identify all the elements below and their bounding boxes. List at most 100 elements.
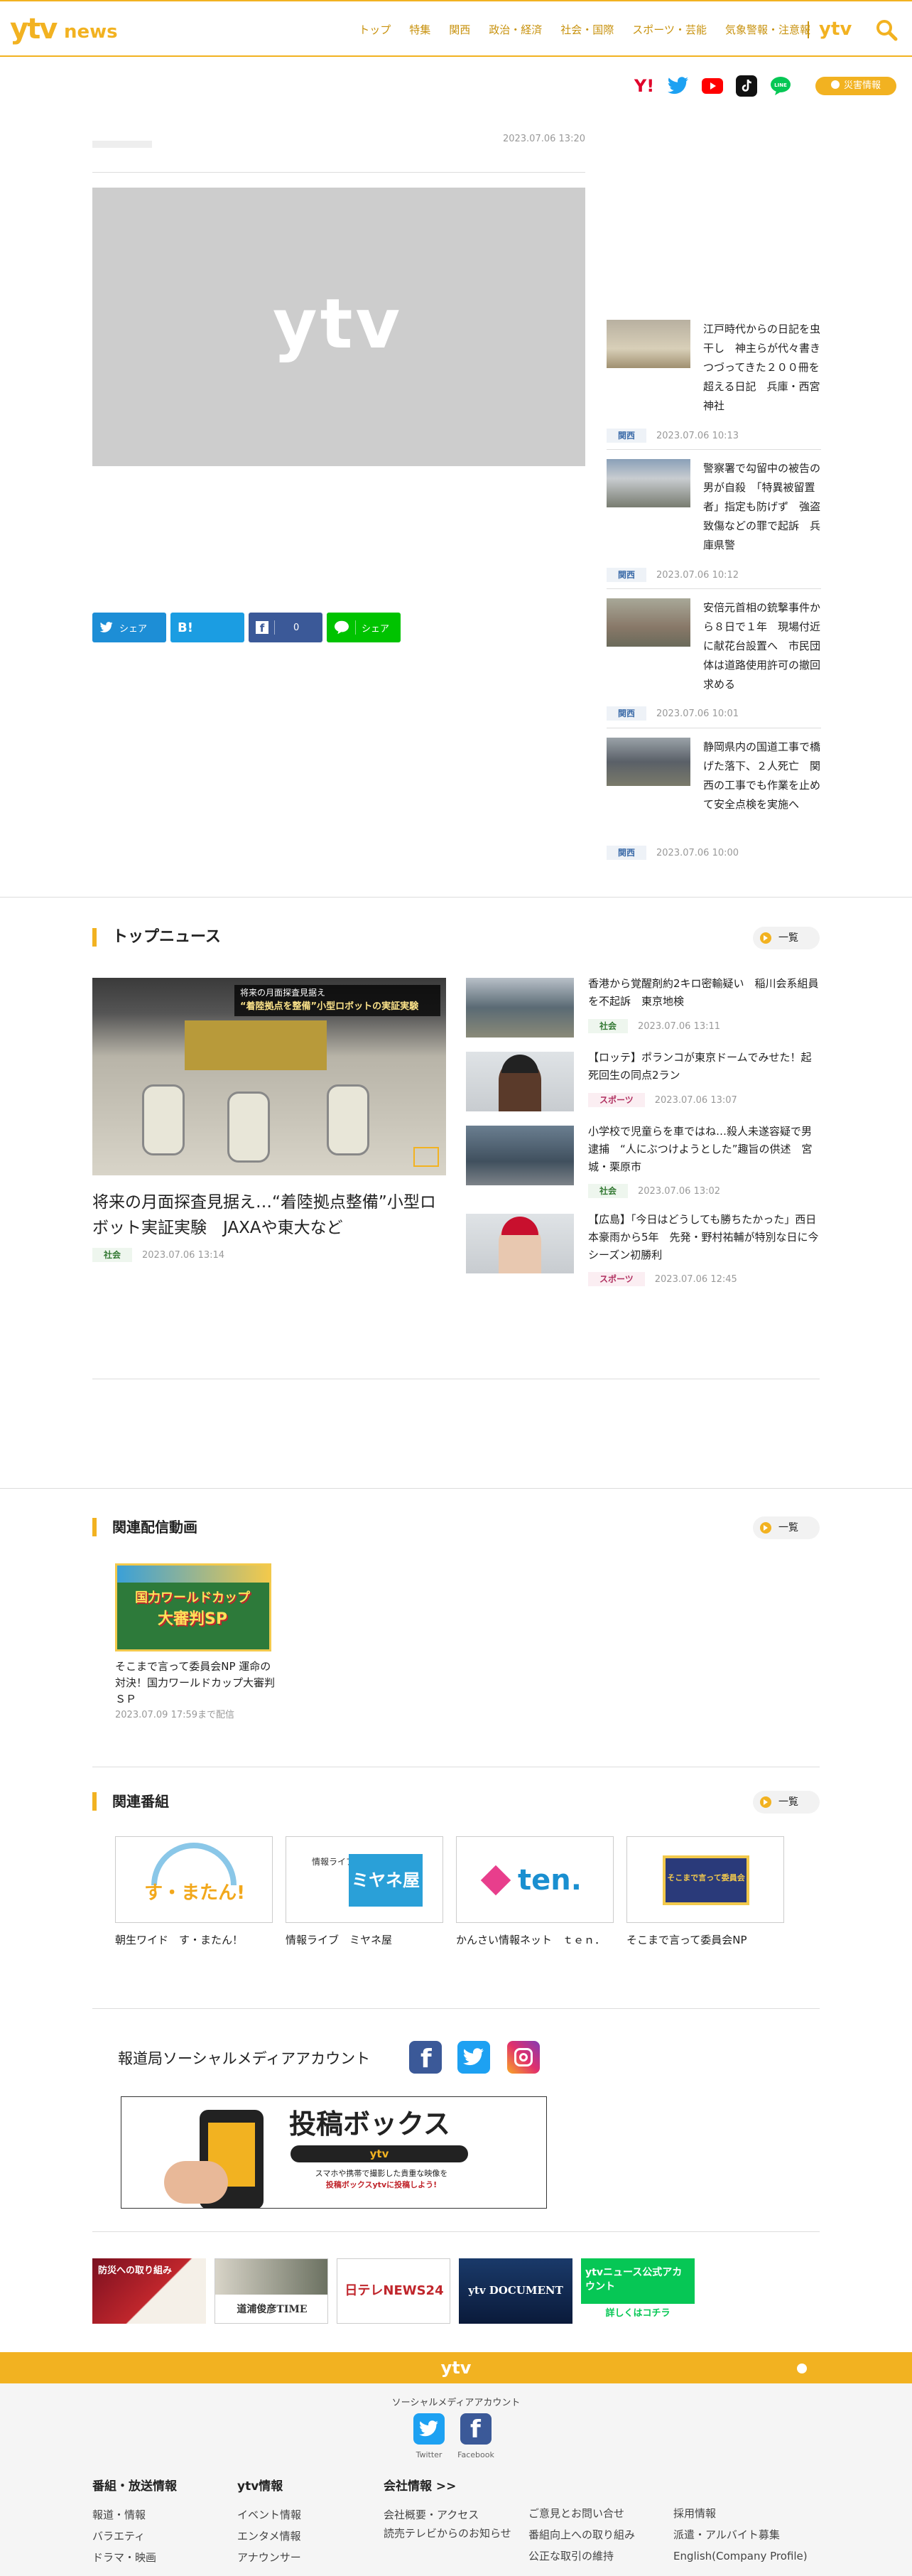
- line-icon[interactable]: LINE: [769, 74, 793, 98]
- disaster-info-button[interactable]: 災害情報: [815, 77, 896, 95]
- top-news-item[interactable]: 香港から覚醒剤約2キロ密輸疑い 稲川会系組員を不起訴 東京地検 社会 2023.0…: [466, 977, 821, 1042]
- nav-sports-entertainment[interactable]: スポーツ・芸能: [623, 21, 716, 38]
- page-top-icon[interactable]: [797, 2364, 807, 2373]
- nav-politics-economy[interactable]: 政治・経済: [479, 21, 551, 38]
- footer-link[interactable]: 会社概要・アクセス: [384, 2504, 519, 2526]
- disaster-info-label: 災害情報: [843, 80, 881, 91]
- banner-text: 防災への取り組み: [98, 2265, 173, 2276]
- footer-link[interactable]: エンタメ情報: [237, 2526, 301, 2547]
- video-title[interactable]: そこまで言って委員会NP 運命の対決！国力ワールドカップ大審判ＳＰ: [115, 1659, 276, 1708]
- programs-more-button[interactable]: 一覧: [753, 1791, 820, 1814]
- share-buttons: シェア B! f 0 シェア: [92, 613, 401, 642]
- top-news-item[interactable]: 小学校で児童らを車ではね…殺人未遂容疑で男逮捕 “人にぶつけようとした”趣旨の供…: [466, 1125, 821, 1198]
- footer-col-heading[interactable]: 会社情報 >>: [384, 2476, 519, 2497]
- news-title: 小学校で児童らを車ではね…殺人未遂容疑で男逮捕 “人にぶつけようとした”趣旨の供…: [588, 1125, 813, 1173]
- footer-link[interactable]: ドラマ・映画: [92, 2547, 177, 2568]
- news-thumbnail: [466, 1214, 574, 1273]
- category-tag[interactable]: 関西: [607, 568, 647, 582]
- category-tag[interactable]: 関西: [607, 706, 647, 721]
- twitter-icon: [99, 622, 113, 632]
- youtube-icon[interactable]: [700, 74, 724, 98]
- more-label: 一覧: [778, 1522, 798, 1534]
- footer-link[interactable]: 報道・情報: [92, 2504, 177, 2526]
- tokou-box-banner[interactable]: 投稿ボックス ytv スマホや携帯で撮影した貴重な映像を 投稿ボックスytvに投…: [121, 2096, 547, 2209]
- footer-link[interactable]: 読売テレビからのお知らせ: [384, 2526, 519, 2541]
- ten-logo-mark: [480, 1865, 511, 1896]
- program-card[interactable]: す・またん! 朝生ワイド す・またん！: [115, 1836, 273, 1949]
- footer-link[interactable]: English(Company Profile): [673, 2545, 808, 2567]
- sidebar-news-title: 江戸時代からの日記を虫干し 神主らが代々書きつづってきた２００冊を超える日記 兵…: [703, 323, 821, 412]
- line-share-button[interactable]: シェア: [327, 613, 401, 642]
- footer-col-heading[interactable]: ytv情報: [237, 2476, 301, 2497]
- line-share-label: シェア: [362, 623, 390, 635]
- program-card[interactable]: ten. かんさい情報ネット ｔｅｎ．: [456, 1836, 614, 1949]
- top-news-main-meta: 社会 2023.07.06 13:14: [92, 1248, 224, 1262]
- ntv-news24-banner[interactable]: 日テレNEWS24: [337, 2258, 450, 2324]
- footer-link[interactable]: 採用情報: [673, 2503, 808, 2524]
- footer-link[interactable]: イベント情報: [237, 2504, 301, 2526]
- search-icon[interactable]: [875, 18, 898, 41]
- footer-twitter-icon[interactable]: [413, 2413, 445, 2445]
- top-news-main-image[interactable]: 将来の月面探査見据え “着陸拠点を整備”小型ロボットの実証実験: [92, 978, 446, 1175]
- category-tag[interactable]: 社会: [588, 1019, 629, 1033]
- twitter-share-button[interactable]: シェア: [92, 613, 166, 642]
- nav-society-international[interactable]: 社会・国際: [551, 21, 623, 38]
- footer-facebook-icon[interactable]: f: [460, 2413, 492, 2445]
- category-tag[interactable]: 社会: [92, 1248, 133, 1262]
- program-logo-text: ten.: [518, 1864, 582, 1897]
- category-tag[interactable]: スポーツ: [588, 1272, 645, 1286]
- heading-accent-bar: [92, 928, 97, 947]
- nav-weather-warnings[interactable]: 気象警報・注意報: [716, 21, 820, 38]
- nav-kansai[interactable]: 関西: [440, 21, 479, 38]
- instagram-icon[interactable]: [507, 2041, 540, 2074]
- footer-link[interactable]: アナウンサー: [237, 2547, 301, 2568]
- disaster-prevention-banner[interactable]: 防災への取り組み: [92, 2258, 206, 2324]
- top-news-main-title[interactable]: 将来の月面探査見据え…“着陸拠点整備”小型ロボット実証実験 JAXAや東大など: [92, 1190, 447, 1241]
- svg-text:LINE: LINE: [774, 82, 787, 88]
- sidebar-news-title: 静岡県内の国道工事で橋げた落下、２人死亡 関西の工事でも作業を止めて安全点検を実…: [703, 740, 821, 811]
- article-image: ytv: [92, 188, 585, 466]
- category-tag[interactable]: 関西: [607, 846, 647, 860]
- article-divider: [92, 172, 585, 173]
- footer-link[interactable]: バラエティ: [92, 2526, 177, 2547]
- section-divider: [92, 2008, 820, 2009]
- ytv-document-banner[interactable]: ytv DOCUMENT: [459, 2258, 572, 2324]
- category-tag[interactable]: スポーツ: [588, 1093, 645, 1107]
- top-news-item[interactable]: 【ロッテ】ポランコが東京ドームでみせた！起死回生の同点2ラン スポーツ 2023.…: [466, 1051, 821, 1116]
- footer-link[interactable]: ご意見とお問い合せ: [528, 2503, 635, 2524]
- footer-col-ytv-info: ytv情報 イベント情報 エンタメ情報 アナウンサー: [237, 2476, 301, 2568]
- sidebar-news-meta: 関西 2023.07.06 10:12: [607, 568, 739, 582]
- yahoo-icon[interactable]: Y!: [632, 74, 656, 98]
- nav-tokushu[interactable]: 特集: [400, 21, 440, 38]
- footer-link[interactable]: 番組向上への取り組み: [528, 2524, 635, 2545]
- top-news-more-button[interactable]: 一覧: [753, 927, 820, 949]
- robot-body: [185, 1020, 327, 1070]
- tiktok-icon[interactable]: [734, 74, 759, 98]
- videos-more-button[interactable]: 一覧: [753, 1516, 820, 1539]
- section-divider: [0, 897, 912, 898]
- ytv-news-logo[interactable]: ytv news: [10, 14, 118, 44]
- twitter-icon[interactable]: [666, 74, 690, 98]
- category-tag[interactable]: 社会: [588, 1184, 629, 1198]
- top-news-item[interactable]: 【広島】「今日はどうしても勝ちたかった」西日本豪雨から5年 先発・野村祐輔が特別…: [466, 1213, 821, 1286]
- program-card[interactable]: 情報ライブ ミヤネ屋 情報ライブ ミヤネ屋: [286, 1836, 443, 1949]
- footer-ytv-logo[interactable]: ytv: [0, 2357, 912, 2378]
- ytv-brand-link[interactable]: ytv: [819, 17, 852, 41]
- banner-text: ytv DOCUMENT: [468, 2284, 563, 2297]
- twitter-icon[interactable]: [457, 2041, 490, 2074]
- footer-col-heading[interactable]: 番組・放送情報: [92, 2476, 177, 2497]
- facebook-icon[interactable]: f: [409, 2041, 442, 2074]
- footer-col-recruit: 採用情報 派遣・アルバイト募集 English(Company Profile): [673, 2503, 808, 2567]
- footer-link[interactable]: 派遣・アルバイト募集: [673, 2524, 808, 2545]
- ytv-news-line-banner[interactable]: ytvニュース公式アカウント 詳しくはコチラ: [581, 2258, 695, 2324]
- program-logo-box: ten.: [456, 1836, 614, 1923]
- footer-link[interactable]: 公正な取引の維持: [528, 2545, 635, 2567]
- nav-top[interactable]: トップ: [349, 21, 400, 38]
- michiura-time-banner[interactable]: 道浦俊彦TIME: [215, 2258, 328, 2324]
- program-card[interactable]: そこまで言って委員会 そこまで言って委員会NP: [626, 1836, 784, 1949]
- category-tag[interactable]: 関西: [607, 429, 647, 443]
- video-thumbnail[interactable]: 国力ワールドカップ 大審判SP: [115, 1563, 271, 1651]
- facebook-share-button[interactable]: f 0: [249, 613, 322, 642]
- hatena-bookmark-button[interactable]: B!: [170, 613, 244, 642]
- news-title: 【広島】「今日はどうしても勝ちたかった」西日本豪雨から5年 先発・野村祐輔が特別…: [588, 1213, 819, 1261]
